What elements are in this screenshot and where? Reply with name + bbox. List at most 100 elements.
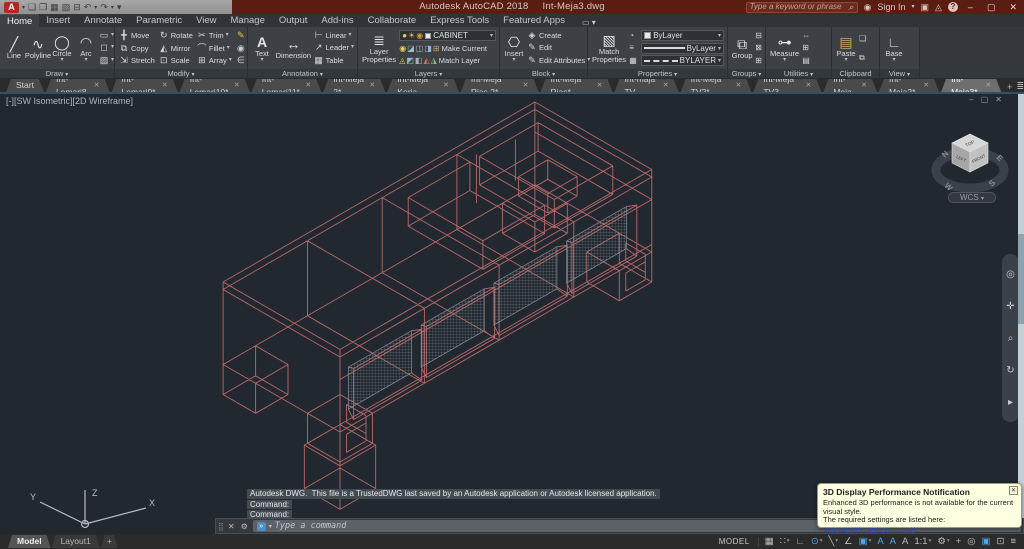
layer-tool-b-1-icon[interactable]: ◩: [406, 56, 414, 65]
panel-draw-footer[interactable]: Draw ▾: [0, 69, 114, 78]
annotation-scale-icon[interactable]: A: [902, 534, 908, 549]
workspace-gear-icon-caret[interactable]: ▾: [947, 534, 950, 549]
vertical-scrollbar[interactable]: [1018, 94, 1024, 518]
file-tab-close-icon[interactable]: ✕: [443, 79, 449, 92]
copy-button[interactable]: ⧉ Copy: [119, 43, 155, 54]
file-tab-overflow-icon[interactable]: ≣: [1016, 81, 1024, 92]
layout1-tab[interactable]: Layout1: [52, 535, 100, 548]
insert-block-button[interactable]: ⎔ Insert ▾: [502, 28, 526, 68]
panel-layers-footer[interactable]: Layers ▾: [358, 69, 499, 78]
model-space-indicator[interactable]: MODEL: [719, 537, 750, 546]
wcs-dropdown[interactable]: WCS ▾: [948, 192, 996, 203]
clipboard-tool-1-icon[interactable]: ⧉: [859, 53, 866, 62]
annotation-visibility-icon[interactable]: A: [877, 534, 883, 549]
file-tab-close-icon[interactable]: ✕: [923, 79, 929, 92]
properties-tool-1-icon[interactable]: ≡: [629, 43, 639, 52]
polar-tracking-icon[interactable]: ⊙ ▾: [811, 534, 823, 549]
file-tab-close-icon[interactable]: ✕: [985, 79, 991, 92]
ribbon-tab-insert[interactable]: Insert: [39, 14, 77, 27]
isodraft-icon[interactable]: ╲ ▾: [829, 534, 839, 549]
file-tab-close-icon[interactable]: ✕: [735, 79, 741, 92]
layer-tool-b-4-icon[interactable]: ◮: [431, 56, 437, 65]
arc-button[interactable]: ◠ Arc ▾: [74, 28, 98, 68]
make-current-button[interactable]: ◉ ◪ ◫ ◨ ⊞ Make Current: [399, 43, 496, 54]
file-tab-close-icon[interactable]: ✕: [234, 79, 240, 92]
linetype-dropdown[interactable]: BYLAYER ▾: [641, 55, 724, 66]
scale-button[interactable]: ⊡ Scale: [159, 55, 193, 66]
measure-button[interactable]: ⊶ Measure ▾: [768, 28, 801, 68]
file-tab-close-icon[interactable]: ✕: [523, 79, 529, 92]
ribbon-tab-parametric[interactable]: Parametric: [129, 14, 189, 27]
edit-attributes-button[interactable]: ✎ Edit Attributes ▾: [527, 55, 590, 66]
group-button[interactable]: ⧉ Group: [730, 28, 754, 68]
paste-button[interactable]: ▤ Paste ▾: [834, 28, 858, 68]
select-similar-button[interactable]: ∈: [236, 55, 246, 66]
zoom-icon[interactable]: ⌕: [1008, 333, 1014, 344]
properties-tool-2-icon[interactable]: ▦: [629, 56, 639, 65]
stretch-button[interactable]: ⇲ Stretch: [119, 55, 155, 66]
panel-clipboard-footer[interactable]: Clipboard: [832, 69, 879, 78]
viewcube-cube[interactable]: TOP LEFT FRONT: [951, 133, 989, 173]
array-caret[interactable]: ▾: [229, 55, 232, 66]
ribbon-tab-collaborate[interactable]: Collaborate: [361, 14, 424, 27]
linear-button[interactable]: ⊢ Linear ▾: [314, 30, 354, 41]
file-tab-14[interactable]: Int-Meja3*✕: [941, 79, 1001, 92]
ribbon-tab-home[interactable]: Home: [0, 14, 40, 27]
ribbon-toggle-icon[interactable]: ▭ ▾: [578, 18, 600, 27]
file-tab-close-icon[interactable]: ✕: [663, 79, 669, 92]
search-icon[interactable]: ⌕: [849, 1, 854, 13]
ribbon-tab-add-ins[interactable]: Add-ins: [314, 14, 360, 27]
file-tab-0[interactable]: Start: [6, 79, 44, 92]
new-layout-button[interactable]: +: [101, 535, 118, 548]
layer-tool-b-0-icon[interactable]: ◬: [399, 56, 405, 65]
ribbon-tab-featured-apps[interactable]: Featured Apps: [496, 14, 572, 27]
graphics-performance-icon[interactable]: ▣: [982, 534, 991, 549]
orbit-icon[interactable]: ↻: [1006, 365, 1014, 376]
hatch-button[interactable]: ▨ ▾: [99, 55, 114, 66]
create-block-button[interactable]: ◈ Create: [527, 30, 590, 41]
minimize-button[interactable]: –: [964, 2, 977, 12]
trim-button[interactable]: ✂ Trim ▾: [197, 30, 232, 41]
ribbon-tab-view[interactable]: View: [189, 14, 223, 27]
command-grip-handle[interactable]: ⣿: [216, 522, 225, 531]
match-properties-button[interactable]: ▧ Match Properties: [590, 28, 628, 68]
osnap-icon-caret[interactable]: ▾: [869, 534, 872, 549]
base-button[interactable]: ∟ Base ▾: [882, 28, 906, 68]
layer-properties-button[interactable]: ≣ Layer Properties: [360, 28, 398, 68]
explode-button[interactable]: ◉: [236, 43, 246, 54]
close-button[interactable]: ✕: [1005, 2, 1021, 13]
ribbon-tab-manage[interactable]: Manage: [224, 14, 272, 27]
cad-wireframe-drawing[interactable]: [0, 94, 1024, 534]
file-tab-9[interactable]: Int-maja TV✕: [614, 79, 678, 92]
drawing-area[interactable]: [-][SW Isometric][2D Wireframe] – ▢ ✕ N …: [0, 94, 1024, 534]
file-tab-8[interactable]: Int-Meja Rias*✕: [541, 79, 613, 92]
app-store-icon[interactable]: ▣: [920, 1, 929, 13]
match-brush-button[interactable]: ✎: [236, 30, 246, 41]
file-tab-11[interactable]: Int-Meja TV3✕: [753, 79, 821, 92]
command-recent-caret-icon[interactable]: ▾: [269, 523, 272, 530]
file-tab-5[interactable]: Int-Meja 2*✕: [323, 79, 385, 92]
layer-tool-a-0-icon[interactable]: ◉: [399, 44, 406, 53]
viewport-controls-label[interactable]: [-][SW Isometric][2D Wireframe]: [6, 96, 133, 106]
layer-on-icon[interactable]: ●: [402, 31, 407, 40]
panel-properties-footer[interactable]: Properties ▾: [588, 69, 727, 78]
layer-tool-a-3-icon[interactable]: ◨: [424, 44, 432, 53]
file-tab-3[interactable]: Int-Lemari10*✕: [180, 79, 250, 92]
circle-caret[interactable]: ▾: [60, 57, 63, 63]
table-button[interactable]: ▦ Table: [314, 55, 354, 66]
annotation-monitor-icon[interactable]: +: [956, 534, 962, 549]
ellipse-caret[interactable]: ▾: [111, 42, 114, 53]
group-tool-2-icon[interactable]: ⊞: [755, 56, 762, 65]
panel-block-footer[interactable]: Block ▾: [500, 69, 587, 78]
utility-tool-2-icon[interactable]: ▤: [802, 56, 810, 65]
visualstyles-command-link[interactable]: VISUALSTYLES Command: [823, 526, 915, 535]
scale-list-icon[interactable]: 1:1 ▾: [914, 534, 931, 549]
restore-button[interactable]: ▢: [983, 2, 1000, 13]
polyline-button[interactable]: ∿ Polyline: [25, 28, 51, 68]
customization-icon[interactable]: ≡: [1010, 534, 1016, 549]
sign-in-caret-icon[interactable]: ▾: [911, 1, 914, 13]
model-tab[interactable]: Model: [8, 535, 51, 548]
layer-tool-b-2-icon[interactable]: ◧: [415, 56, 423, 65]
ribbon-tab-express-tools[interactable]: Express Tools: [423, 14, 496, 27]
layer-unlock-icon[interactable]: ◉: [416, 31, 423, 40]
